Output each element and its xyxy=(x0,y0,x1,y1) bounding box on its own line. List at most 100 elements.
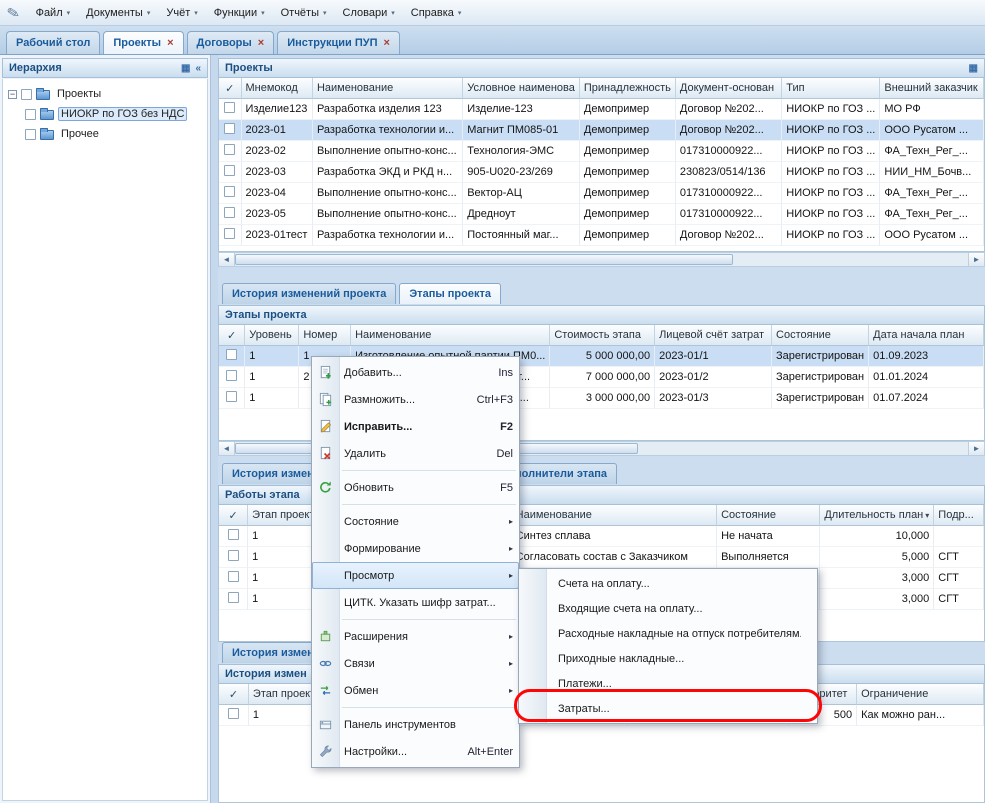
row-checkbox-cell[interactable] xyxy=(219,367,245,388)
cell[interactable]: Магнит ПМ085-01 xyxy=(463,120,580,141)
cell[interactable]: Выполнение опытно-конс... xyxy=(313,183,463,204)
context-menu-item[interactable]: Добавить...Ins xyxy=(312,359,519,386)
row-checkbox-cell[interactable] xyxy=(219,99,242,120)
cell[interactable]: 017310000922... xyxy=(676,183,782,204)
cell[interactable]: Разработка технологии и... xyxy=(313,120,463,141)
cell[interactable]: Демопример xyxy=(580,99,676,120)
cell[interactable]: ФА_Техн_Рег_... xyxy=(880,204,984,225)
tree-item-2[interactable]: Прочее xyxy=(3,124,207,144)
cell[interactable]: 2023-04 xyxy=(242,183,313,204)
cell[interactable]: 2023-01 xyxy=(242,120,313,141)
panel-grid-icon[interactable]: ▦ xyxy=(969,63,978,74)
column-header[interactable]: Наименование xyxy=(313,78,463,99)
history-tab-0[interactable]: История измен xyxy=(222,642,324,663)
checkbox[interactable] xyxy=(224,228,235,239)
context-menu-item[interactable]: Размножить...Ctrl+F3 xyxy=(312,386,519,413)
column-header[interactable]: Длительность план▾ xyxy=(820,505,934,526)
column-header[interactable]: Ограничение xyxy=(857,684,984,705)
cell[interactable]: Договор №202... xyxy=(676,225,782,246)
table-row[interactable]: 2023-05Выполнение опытно-конс...Дредноут… xyxy=(219,204,984,225)
cell[interactable]: 1 xyxy=(245,388,299,409)
checkbox[interactable] xyxy=(224,165,235,176)
row-checkbox-cell[interactable] xyxy=(219,204,242,225)
cell[interactable]: 3,000 xyxy=(820,568,934,589)
checkbox[interactable] xyxy=(228,571,239,582)
column-header[interactable]: Уровень xyxy=(245,325,299,346)
cell[interactable]: СГТ xyxy=(934,568,984,589)
table-row[interactable]: Изделие123Разработка изделия 123Изделие-… xyxy=(219,99,984,120)
cell[interactable]: МО РФ xyxy=(880,99,984,120)
cell[interactable]: 2023-03 xyxy=(242,162,313,183)
context-menu-item[interactable]: Связи▸ xyxy=(312,650,519,677)
context-menu-item[interactable]: УдалитьDel xyxy=(312,440,519,467)
menubar-item-1[interactable]: Документы▾ xyxy=(79,3,157,23)
cell[interactable]: 01.01.2024 xyxy=(869,367,984,388)
column-header[interactable]: Мнемокод xyxy=(242,78,313,99)
column-header[interactable]: Документ-основан xyxy=(676,78,782,99)
checkbox[interactable] xyxy=(226,370,237,381)
context-menu-item[interactable]: ОбновитьF5 xyxy=(312,474,519,501)
expander-icon[interactable]: − xyxy=(8,90,17,99)
cell[interactable]: НИОКР по ГОЗ ... xyxy=(782,141,880,162)
cell[interactable]: ФА_Техн_Рег_... xyxy=(880,141,984,162)
cell[interactable]: Разработка изделия 123 xyxy=(313,99,463,120)
cell[interactable]: Демопример xyxy=(580,120,676,141)
menubar-item-5[interactable]: Словари▾ xyxy=(336,3,402,23)
table-row[interactable]: 2023-03Разработка ЭКД и РКД н...905-U020… xyxy=(219,162,984,183)
close-tab-icon[interactable]: × xyxy=(384,39,390,48)
stages-tab-0[interactable]: История изменений проекта xyxy=(222,283,396,304)
select-all-header[interactable]: ✓ xyxy=(219,505,248,526)
cell[interactable]: 017310000922... xyxy=(676,141,782,162)
cell[interactable]: Разработка технологии и... xyxy=(313,225,463,246)
row-checkbox-cell[interactable] xyxy=(219,162,242,183)
context-menu-item[interactable]: Панель инструментов xyxy=(312,711,519,738)
scroll-right-icon[interactable]: ► xyxy=(968,442,984,455)
view-grid-icon[interactable]: ▦ xyxy=(181,63,190,74)
cell[interactable]: 2023-01/1 xyxy=(655,346,772,367)
menubar-item-6[interactable]: Справка▾ xyxy=(404,3,469,23)
menubar-item-3[interactable]: Функции▾ xyxy=(207,3,272,23)
cell[interactable]: Договор №202... xyxy=(676,120,782,141)
row-checkbox-cell[interactable] xyxy=(219,183,242,204)
select-all-header[interactable]: ✓ xyxy=(219,78,242,99)
projects-hscrollbar[interactable]: ◄ ► xyxy=(218,252,985,267)
checkbox[interactable] xyxy=(228,592,239,603)
cell[interactable]: 2023-01тест xyxy=(242,225,313,246)
menubar-item-2[interactable]: Учёт▾ xyxy=(159,3,204,23)
tree-item-0[interactable]: −Проекты xyxy=(3,84,207,104)
cell[interactable]: 5,000 xyxy=(820,547,934,568)
cell[interactable]: Демопример xyxy=(580,162,676,183)
cell[interactable]: Выполняется xyxy=(717,547,820,568)
cell[interactable]: НИИ_НМ_Бочв... xyxy=(880,162,984,183)
column-header[interactable]: Принадлежность xyxy=(580,78,676,99)
table-row[interactable]: 2023-01тестРазработка технологии и...Пос… xyxy=(219,225,984,246)
scroll-left-icon[interactable]: ◄ xyxy=(219,253,235,266)
checkbox[interactable] xyxy=(224,186,235,197)
cell[interactable]: Согласовать состав с Заказчиком xyxy=(512,547,717,568)
stages-tab-1[interactable]: Этапы проекта xyxy=(399,283,501,304)
cell[interactable]: Демопример xyxy=(580,141,676,162)
cell[interactable]: 10,000 xyxy=(820,526,934,547)
cell[interactable]: СГТ xyxy=(934,547,984,568)
column-header[interactable]: Номер xyxy=(299,325,351,346)
checkbox[interactable] xyxy=(226,349,237,360)
cell[interactable]: НИОКР по ГОЗ ... xyxy=(782,162,880,183)
main-tab-0[interactable]: Рабочий стол xyxy=(6,31,100,54)
cell[interactable]: Вектор-АЦ xyxy=(463,183,580,204)
column-header[interactable]: Стоимость этапа xyxy=(550,325,655,346)
cell[interactable]: Зарегистрирован xyxy=(772,346,869,367)
column-header[interactable]: Состояние xyxy=(717,505,820,526)
submenu-item[interactable]: Входящие счета на оплату... xyxy=(519,596,817,621)
cell[interactable]: Разработка ЭКД и РКД н... xyxy=(313,162,463,183)
cell[interactable]: 905-U020-23/269 xyxy=(463,162,580,183)
table-row[interactable]: 2023-02Выполнение опытно-конс...Технолог… xyxy=(219,141,984,162)
cell[interactable]: 2023-01/2 xyxy=(655,367,772,388)
column-header[interactable]: Тип xyxy=(782,78,880,99)
row-checkbox-cell[interactable] xyxy=(219,526,248,547)
row-checkbox-cell[interactable] xyxy=(219,120,242,141)
context-menu-item[interactable]: Просмотр▸ xyxy=(312,562,519,589)
context-menu-item[interactable]: ЦИТК. Указать шифр затрат... xyxy=(312,589,519,616)
column-header[interactable]: Подр... xyxy=(934,505,984,526)
cell[interactable]: 5 000 000,00 xyxy=(550,346,655,367)
table-row[interactable]: 2023-01Разработка технологии и...Магнит … xyxy=(219,120,984,141)
